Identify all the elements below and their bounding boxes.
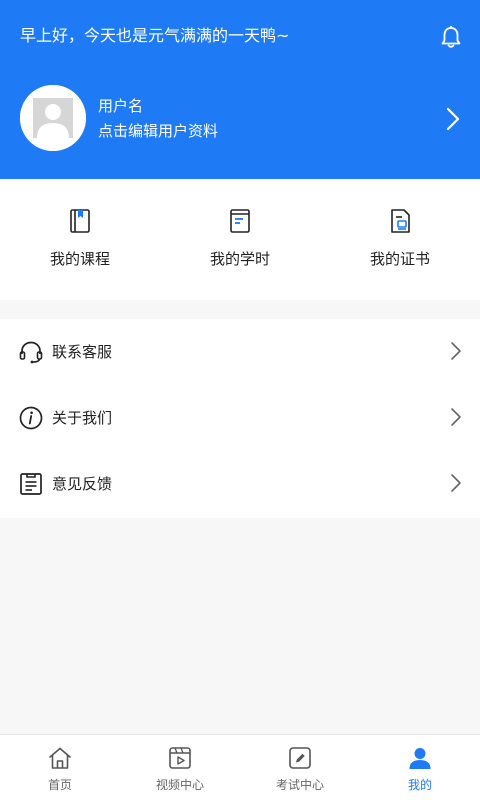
quick-link-courses[interactable]: 我的课程 bbox=[0, 179, 160, 300]
tab-label: 考试中心 bbox=[275, 778, 324, 792]
menu-item-contact-service[interactable]: 联系客服 bbox=[0, 319, 480, 385]
profile-header: 早上好，今天也是元气满满的一天鸭~ 用户名 点击编辑用户资料 bbox=[0, 0, 480, 179]
menu-item-label: 联系客服 bbox=[52, 343, 113, 361]
bell-icon[interactable] bbox=[438, 24, 464, 50]
certificate-icon bbox=[391, 209, 410, 233]
chevron-right-icon bbox=[451, 474, 461, 492]
menu-item-label: 意见反馈 bbox=[52, 475, 113, 493]
tab-home[interactable]: 首页 bbox=[0, 735, 120, 800]
home-icon bbox=[49, 747, 71, 769]
chevron-right-icon bbox=[451, 342, 461, 360]
headset-icon bbox=[19, 341, 43, 364]
tab-video-center[interactable]: 视频中心 bbox=[120, 735, 240, 800]
tab-label: 我的 bbox=[407, 778, 432, 792]
quick-links: 我的课程 我的学时 我的证书 bbox=[0, 179, 480, 300]
study-hours-icon bbox=[230, 209, 250, 233]
edit-profile-hint: 点击编辑用户资料 bbox=[98, 122, 219, 140]
quick-link-label: 我的课程 bbox=[49, 250, 110, 268]
tab-exam-center[interactable]: 考试中心 bbox=[240, 735, 360, 800]
tab-mine[interactable]: 我的 bbox=[360, 735, 480, 800]
menu-item-label: 关于我们 bbox=[52, 409, 113, 427]
greeting-text: 早上好，今天也是元气满满的一天鸭~ bbox=[20, 26, 290, 45]
settings-menu: 联系客服 关于我们 意见反馈 bbox=[0, 319, 480, 518]
chevron-right-icon[interactable] bbox=[443, 106, 463, 132]
user-icon bbox=[409, 748, 431, 769]
username-label: 用户名 bbox=[98, 97, 144, 115]
avatar[interactable] bbox=[20, 85, 86, 151]
default-avatar-icon bbox=[20, 85, 86, 151]
course-book-icon bbox=[70, 209, 90, 233]
tab-label: 首页 bbox=[47, 778, 72, 792]
bottom-tab-bar: 首页 视频中心 考试中心 我的 bbox=[0, 734, 480, 800]
menu-item-about-us[interactable]: 关于我们 bbox=[0, 385, 480, 451]
quick-link-certificates[interactable]: 我的证书 bbox=[320, 179, 480, 300]
quick-link-label: 我的证书 bbox=[369, 250, 430, 268]
info-icon bbox=[19, 406, 43, 430]
profile-row[interactable]: 用户名 点击编辑用户资料 bbox=[0, 84, 480, 154]
menu-item-feedback[interactable]: 意见反馈 bbox=[0, 451, 480, 517]
quick-link-label: 我的学时 bbox=[209, 250, 270, 268]
video-icon bbox=[169, 747, 191, 769]
exam-icon bbox=[289, 747, 311, 769]
chevron-right-icon bbox=[451, 408, 461, 426]
quick-link-study-hours[interactable]: 我的学时 bbox=[160, 179, 320, 300]
tab-label: 视频中心 bbox=[155, 778, 204, 792]
feedback-icon bbox=[20, 473, 42, 495]
